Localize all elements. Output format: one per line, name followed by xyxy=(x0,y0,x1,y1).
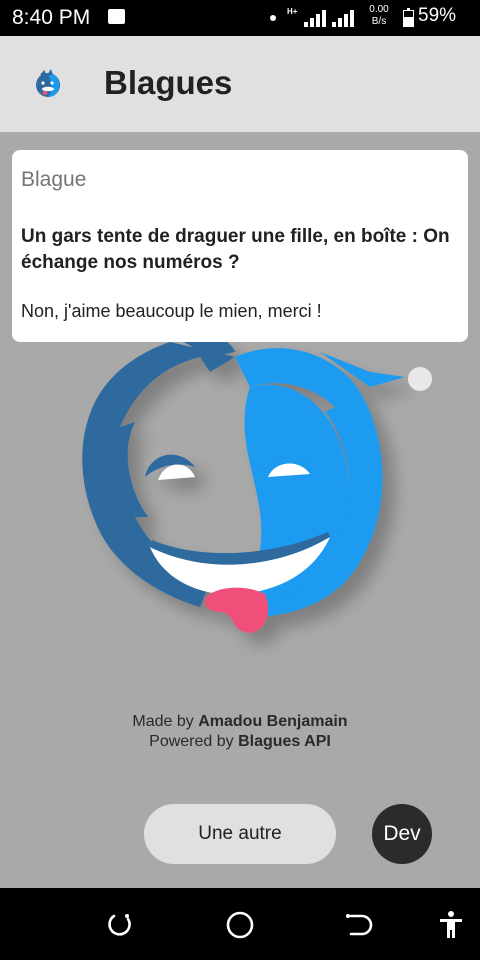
powered-by-line: Powered by Blagues API xyxy=(0,732,480,752)
home-icon[interactable] xyxy=(225,910,255,940)
app-title: Blagues xyxy=(104,64,233,101)
another-joke-button[interactable]: Une autre xyxy=(144,804,336,864)
network-speed-value: 0.00 xyxy=(369,4,389,15)
network-speed-unit: B/s xyxy=(371,16,387,27)
status-bar: 8:40 PM H+ 0.00 B/s 59% xyxy=(0,0,480,36)
joke-setup: Un gars tente de draguer une fille, en b… xyxy=(21,226,450,273)
recents-icon[interactable] xyxy=(105,910,135,940)
app-bar: Blagues xyxy=(0,36,480,132)
credits: Made by Amadou Benjamain Powered by Blag… xyxy=(0,712,480,752)
network-speed: 0.00 B/s xyxy=(364,4,394,28)
made-by-prefix: Made by xyxy=(132,713,199,730)
signal-strength-icon xyxy=(304,10,326,27)
powered-by-prefix: Powered by xyxy=(149,733,239,750)
notification-dot-icon xyxy=(270,15,276,21)
back-icon[interactable] xyxy=(345,910,375,940)
signal-strength-icon-2 xyxy=(332,10,354,27)
joke-answer: Non, j'aime beaucoup le mien, merci ! xyxy=(21,301,322,321)
system-navigation-bar xyxy=(0,888,480,960)
powered-by-name: Blagues API xyxy=(238,733,331,750)
card-title: Blague xyxy=(21,168,87,191)
gallery-notification-icon xyxy=(108,9,125,24)
status-time: 8:40 PM xyxy=(12,6,91,29)
joke-card: Blague Un gars tente de draguer une fill… xyxy=(12,150,468,342)
app-logo-icon xyxy=(36,69,60,97)
accessibility-icon[interactable] xyxy=(436,910,466,940)
made-by-line: Made by Amadou Benjamain xyxy=(0,712,480,732)
battery-percent: 59% xyxy=(418,5,457,26)
made-by-name: Amadou Benjamain xyxy=(198,713,348,730)
network-type-label: H+ xyxy=(287,7,298,16)
battery-icon xyxy=(403,8,414,27)
dev-button[interactable]: Dev xyxy=(372,804,432,864)
main-content: Blague Un gars tente de draguer une fill… xyxy=(0,132,480,888)
mascot-illustration xyxy=(82,332,432,633)
